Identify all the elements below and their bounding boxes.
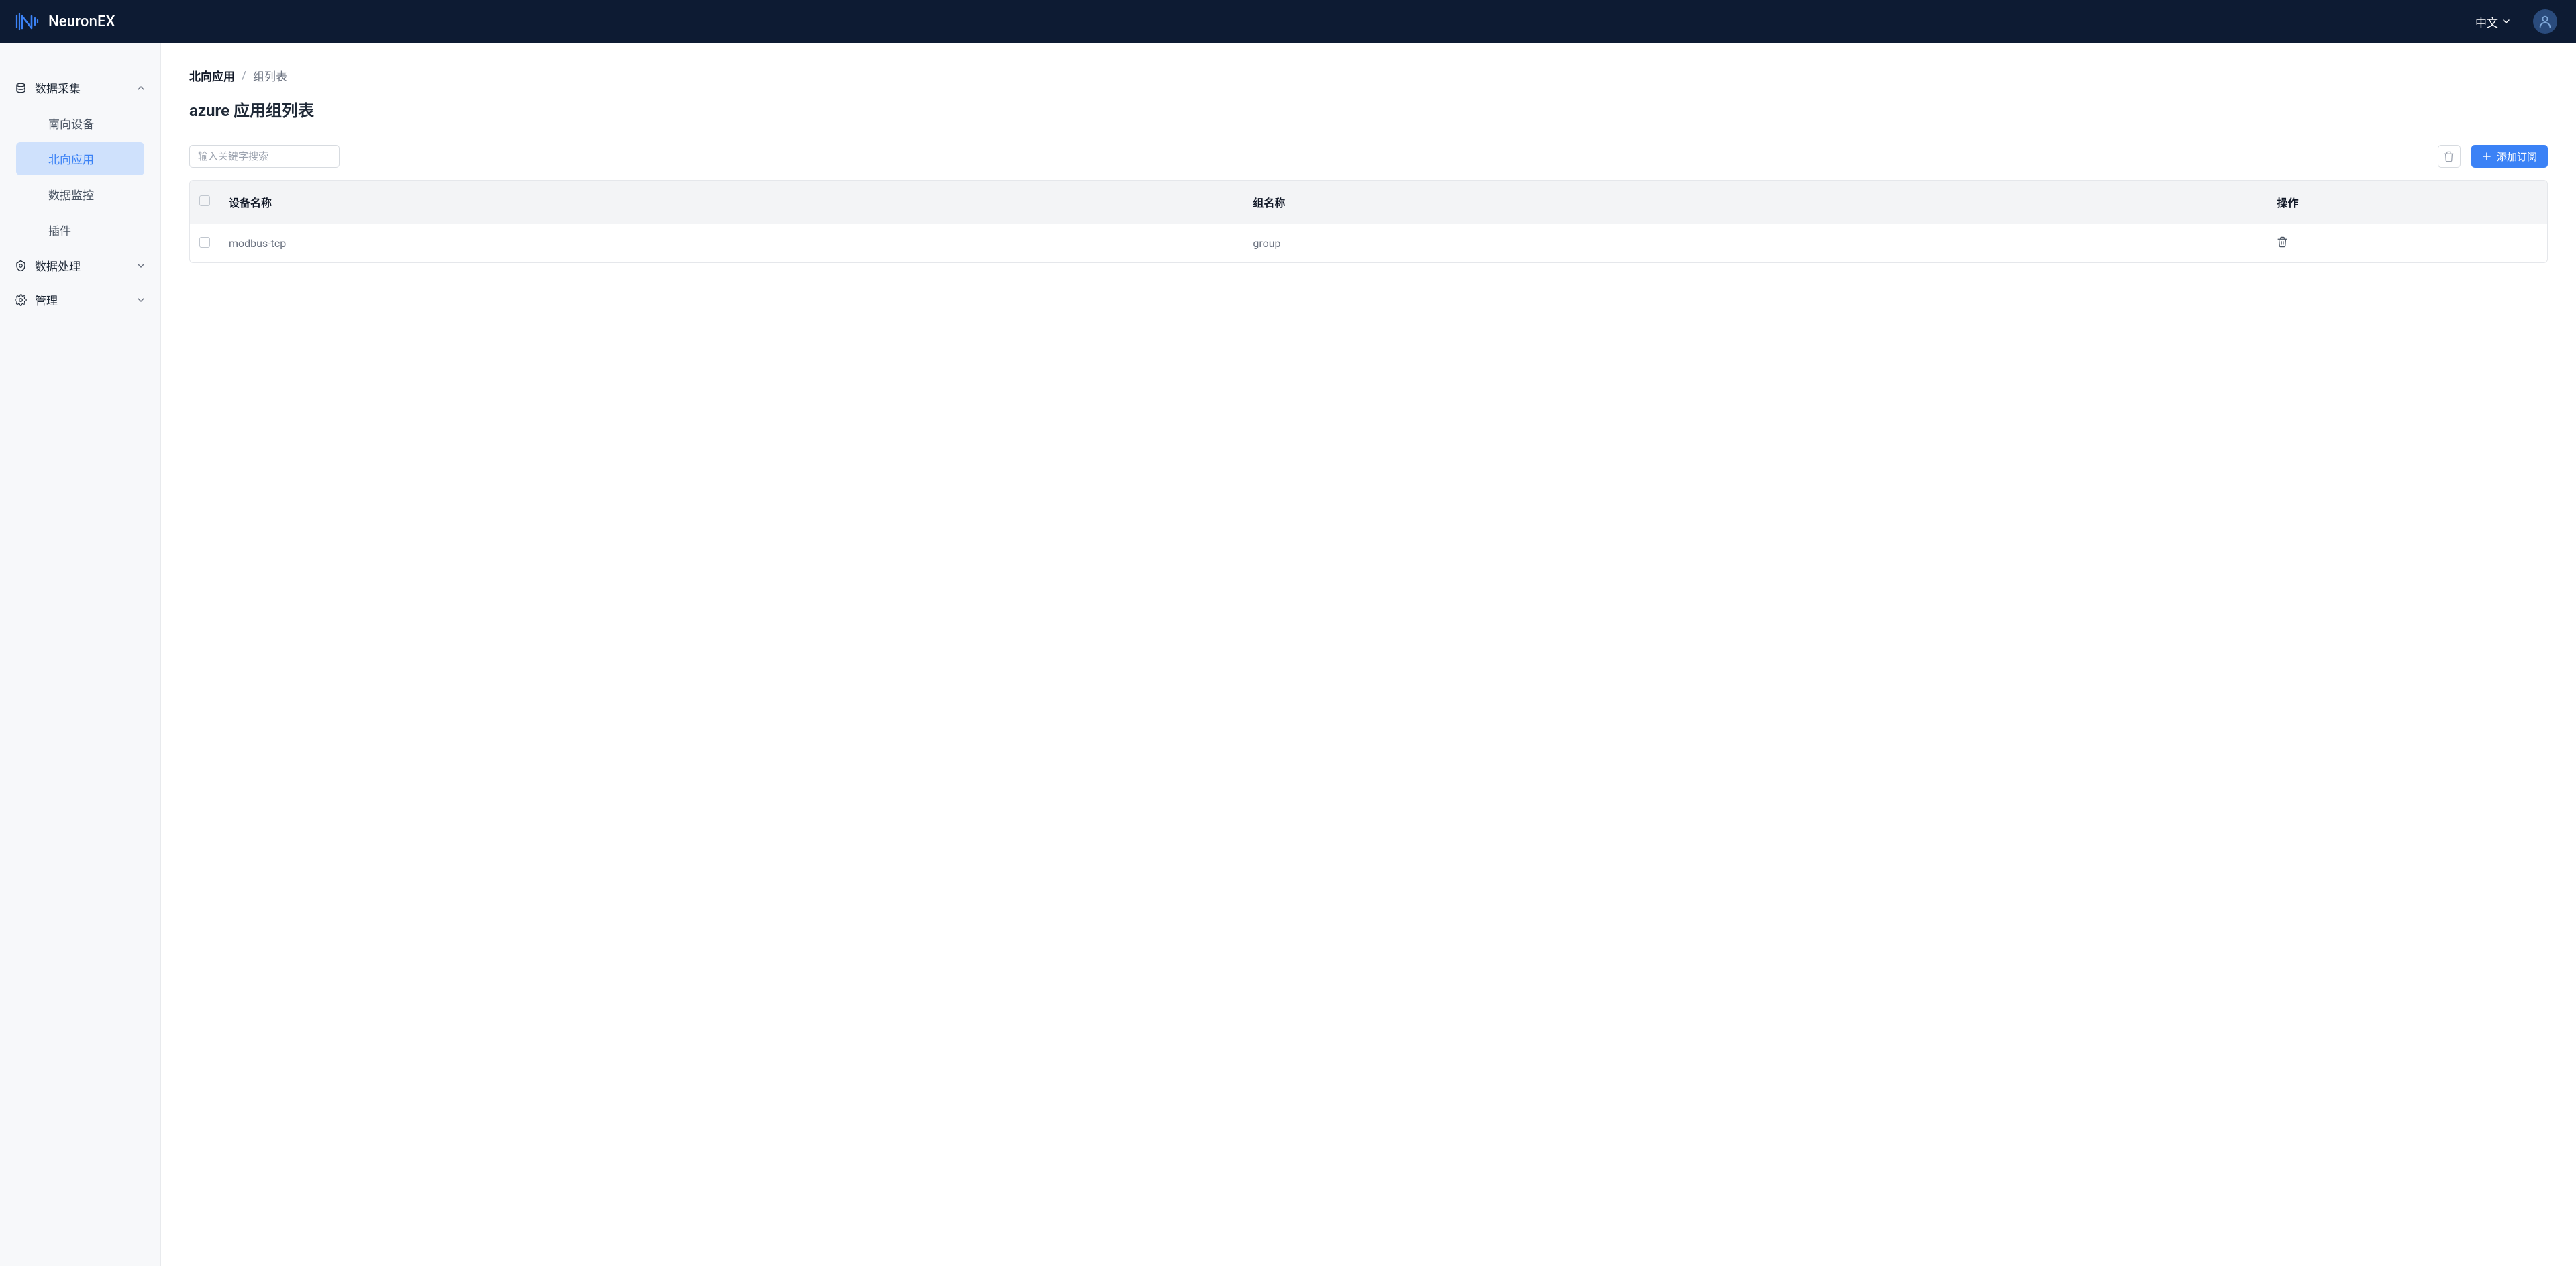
header-checkbox-cell <box>190 181 219 224</box>
app-header: NeuronEX 中文 <box>0 0 2576 43</box>
breadcrumb-link-northbound[interactable]: 北向应用 <box>189 67 235 84</box>
sidebar-item-label: 数据监控 <box>48 189 94 203</box>
table-wrap: 设备名称 组名称 操作 modbus-tcp group <box>189 180 2548 263</box>
sidebar-item-monitoring[interactable]: 数据监控 <box>16 178 144 211</box>
chevron-down-icon <box>2502 17 2510 26</box>
menu-sub-list: 南向设备 北向应用 数据监控 插件 <box>0 107 160 246</box>
language-switch[interactable]: 中文 <box>2475 13 2510 30</box>
cell-device: modbus-tcp <box>219 224 1243 263</box>
select-all-checkbox[interactable] <box>199 195 210 206</box>
layout: 数据采集 南向设备 北向应用 数据监控 插件 <box>0 43 2576 1266</box>
product-name: NeuronEX <box>48 13 115 30</box>
menu-group-management: 管理 <box>0 283 160 316</box>
database-icon <box>15 82 27 94</box>
row-checkbox[interactable] <box>199 237 210 248</box>
menu-group-label: 数据处理 <box>35 257 81 274</box>
trash-icon <box>2277 236 2288 248</box>
row-checkbox-cell <box>190 224 219 263</box>
cell-action <box>2267 224 2547 263</box>
user-icon <box>2538 14 2553 29</box>
search-input[interactable] <box>189 145 340 168</box>
sidebar-item-northbound[interactable]: 北向应用 <box>16 142 144 175</box>
avatar[interactable] <box>2533 9 2557 34</box>
add-button-label: 添加订阅 <box>2497 150 2537 164</box>
bulk-delete-button[interactable] <box>2438 145 2461 168</box>
sidebar-item-plugins[interactable]: 插件 <box>16 213 144 246</box>
column-header-device: 设备名称 <box>219 181 1243 224</box>
subscription-table: 设备名称 组名称 操作 modbus-tcp group <box>190 181 2547 262</box>
table-row: modbus-tcp group <box>190 224 2547 263</box>
chevron-down-icon <box>136 295 146 305</box>
menu-group-label: 管理 <box>35 291 58 308</box>
processing-icon <box>15 260 27 272</box>
column-header-action: 操作 <box>2267 181 2547 224</box>
sidebar: 数据采集 南向设备 北向应用 数据监控 插件 <box>0 43 161 1266</box>
header-right: 中文 <box>2475 9 2557 34</box>
chevron-down-icon <box>136 261 146 271</box>
add-subscription-button[interactable]: 添加订阅 <box>2471 145 2548 168</box>
menu-group-data-processing: 数据处理 <box>0 249 160 282</box>
sidebar-item-southbound[interactable]: 南向设备 <box>16 107 144 140</box>
page-title: azure 应用组列表 <box>189 97 2548 121</box>
column-header-group: 组名称 <box>1243 181 2267 224</box>
logo-icon <box>15 11 39 32</box>
breadcrumb: 北向应用 / 组列表 <box>189 67 2548 84</box>
toolbar: 添加订阅 <box>189 145 2548 168</box>
breadcrumb-separator: / <box>242 69 246 83</box>
chevron-up-icon <box>136 83 146 93</box>
language-label: 中文 <box>2475 13 2498 30</box>
toolbar-right: 添加订阅 <box>2438 145 2548 168</box>
table-header-row: 设备名称 组名称 操作 <box>190 181 2547 224</box>
trash-icon <box>2443 151 2455 162</box>
main-content: 北向应用 / 组列表 azure 应用组列表 添加订阅 <box>161 43 2576 1266</box>
menu-group-header-data-collection[interactable]: 数据采集 <box>0 71 160 104</box>
sidebar-item-label: 北向应用 <box>48 154 94 167</box>
menu-group-header-management[interactable]: 管理 <box>0 283 160 316</box>
gear-icon <box>15 294 27 306</box>
plus-icon <box>2482 152 2491 161</box>
cell-group: group <box>1243 224 2267 263</box>
sidebar-item-label: 插件 <box>48 225 71 238</box>
row-delete-button[interactable] <box>2277 236 2288 248</box>
sidebar-item-label: 南向设备 <box>48 118 94 132</box>
header-left: NeuronEX <box>15 11 115 32</box>
menu-group-data-collection: 数据采集 南向设备 北向应用 数据监控 插件 <box>0 71 160 246</box>
menu-group-header-data-processing[interactable]: 数据处理 <box>0 249 160 282</box>
breadcrumb-current: 组列表 <box>253 67 287 84</box>
menu-group-label: 数据采集 <box>35 79 81 96</box>
